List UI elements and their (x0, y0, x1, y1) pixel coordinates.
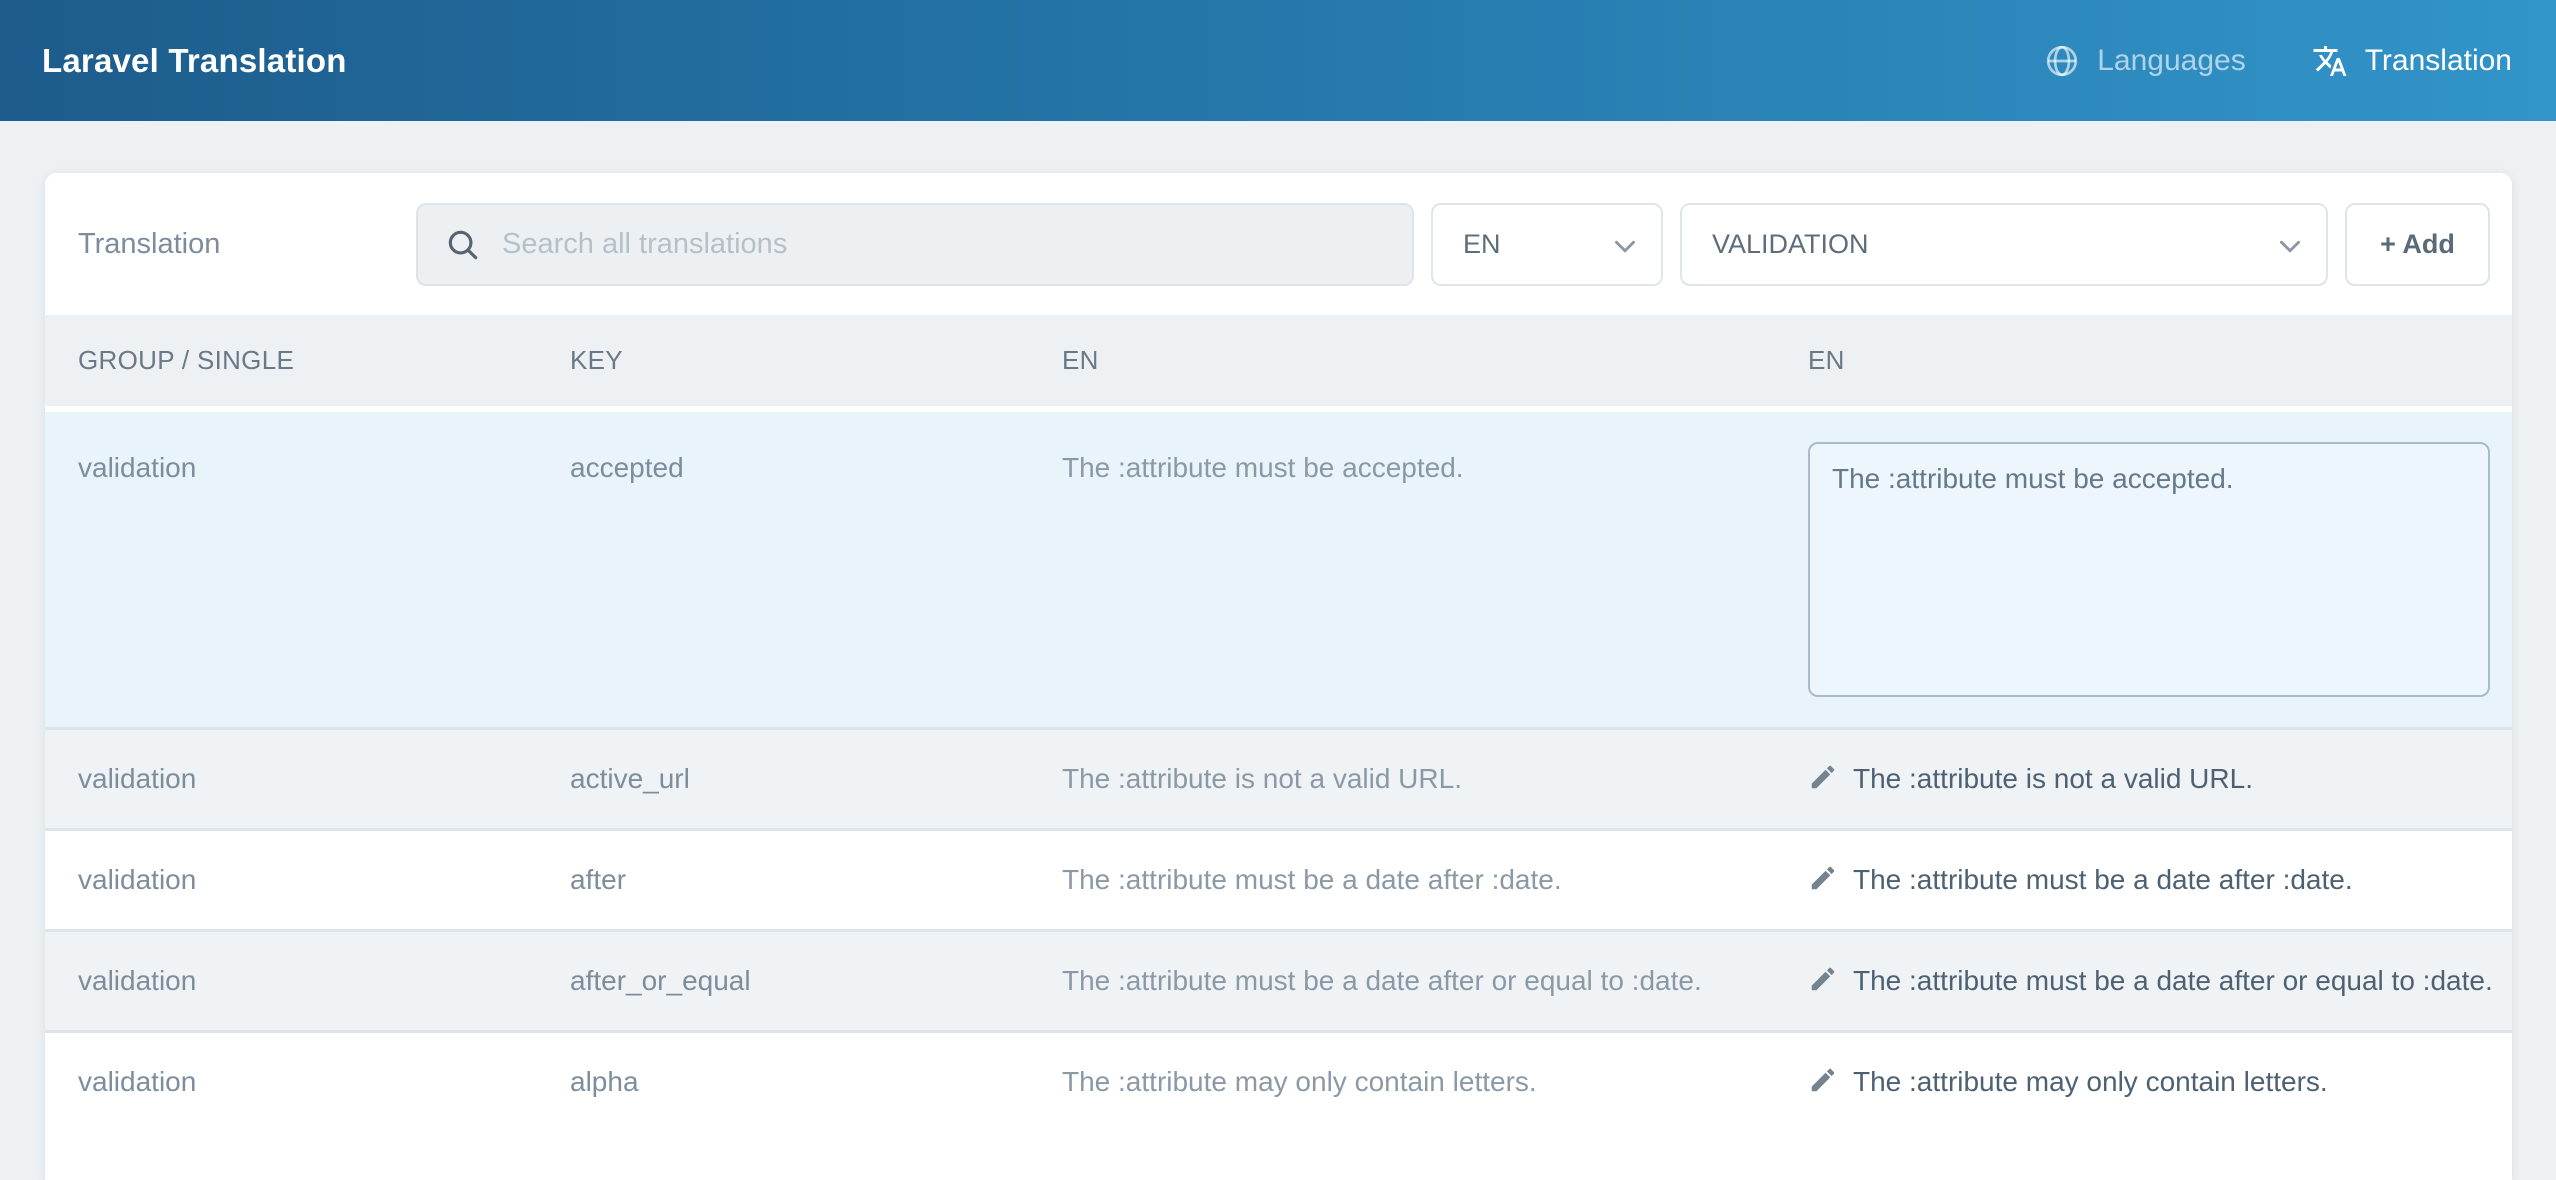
cell-group: validation (45, 1063, 545, 1101)
cell-key: after (545, 861, 1040, 899)
toolbar: Translation EN VALIDATION (45, 173, 2512, 315)
cell-translation: The :attribute is not a valid URL. (1853, 760, 2512, 798)
nav-item-translation[interactable]: Translation (2312, 43, 2512, 79)
edit-translation[interactable]: The :attribute must be a date after or e… (1808, 962, 2512, 1000)
group-select[interactable]: VALIDATION (1680, 203, 2328, 286)
pencil-icon (1808, 1065, 1838, 1100)
translate-icon (2312, 43, 2348, 79)
cell-source: The :attribute must be a date after :dat… (1040, 861, 1790, 899)
cell-translation: The :attribute may only contain letters. (1853, 1063, 2512, 1101)
nav-links: Languages Translation (2044, 43, 2512, 79)
edit-translation[interactable]: The :attribute is not a valid URL. (1808, 760, 2512, 798)
add-button[interactable]: + Add (2345, 203, 2490, 286)
nav-item-languages[interactable]: Languages (2044, 43, 2245, 79)
cell-translation: The :attribute must be a date after :dat… (1853, 861, 2512, 899)
column-header-group: GROUP / SINGLE (45, 345, 545, 376)
translation-card: Translation EN VALIDATION (45, 173, 2512, 1180)
edit-translation[interactable]: The :attribute may only contain letters. (1808, 1063, 2512, 1101)
globe-icon (2044, 43, 2080, 79)
table-header: GROUP / SINGLE KEY EN EN (45, 315, 2512, 412)
chevron-down-icon (1615, 229, 1635, 260)
column-header-source: EN (1040, 345, 1790, 376)
column-header-target: EN (1790, 345, 2512, 376)
locale-select[interactable]: EN (1431, 203, 1663, 286)
panel-title: Translation (78, 228, 399, 261)
table-row: validation alpha The :attribute may only… (45, 1030, 2512, 1131)
table-row-editing: validation accepted The :attribute must … (45, 412, 2512, 727)
cell-key: active_url (545, 760, 1040, 798)
cell-key: accepted (545, 442, 1040, 487)
search-field (416, 203, 1414, 286)
locale-select-value: EN (1463, 229, 1501, 260)
group-select-value: VALIDATION (1712, 229, 1869, 260)
chevron-down-icon (2280, 229, 2300, 260)
cell-group: validation (45, 861, 545, 899)
pencil-icon (1808, 964, 1838, 999)
translation-editor[interactable]: The :attribute must be accepted. (1808, 442, 2490, 697)
cell-translation: The :attribute must be a date after or e… (1853, 962, 2512, 1000)
cell-key: after_or_equal (545, 962, 1040, 1000)
cell-source: The :attribute must be accepted. (1040, 442, 1790, 487)
pencil-icon (1808, 762, 1838, 797)
pencil-icon (1808, 863, 1838, 898)
cell-key: alpha (545, 1063, 1040, 1101)
table-row: validation after_or_equal The :attribute… (45, 929, 2512, 1030)
cell-source: The :attribute is not a valid URL. (1040, 760, 1790, 798)
cell-group: validation (45, 962, 545, 1000)
cell-source: The :attribute may only contain letters. (1040, 1063, 1790, 1101)
nav-item-label: Languages (2097, 44, 2245, 78)
cell-source: The :attribute must be a date after or e… (1040, 962, 1790, 1000)
cell-group: validation (45, 760, 545, 798)
edit-translation[interactable]: The :attribute must be a date after :dat… (1808, 861, 2512, 899)
table-row: validation after The :attribute must be … (45, 828, 2512, 929)
navbar: Laravel Translation Languages Translatio… (0, 0, 2556, 121)
column-header-key: KEY (545, 345, 1040, 376)
cell-group: validation (45, 442, 545, 487)
table-row: validation active_url The :attribute is … (45, 727, 2512, 828)
app-title: Laravel Translation (42, 42, 347, 80)
search-input[interactable] (416, 203, 1414, 286)
nav-item-label: Translation (2365, 44, 2512, 78)
